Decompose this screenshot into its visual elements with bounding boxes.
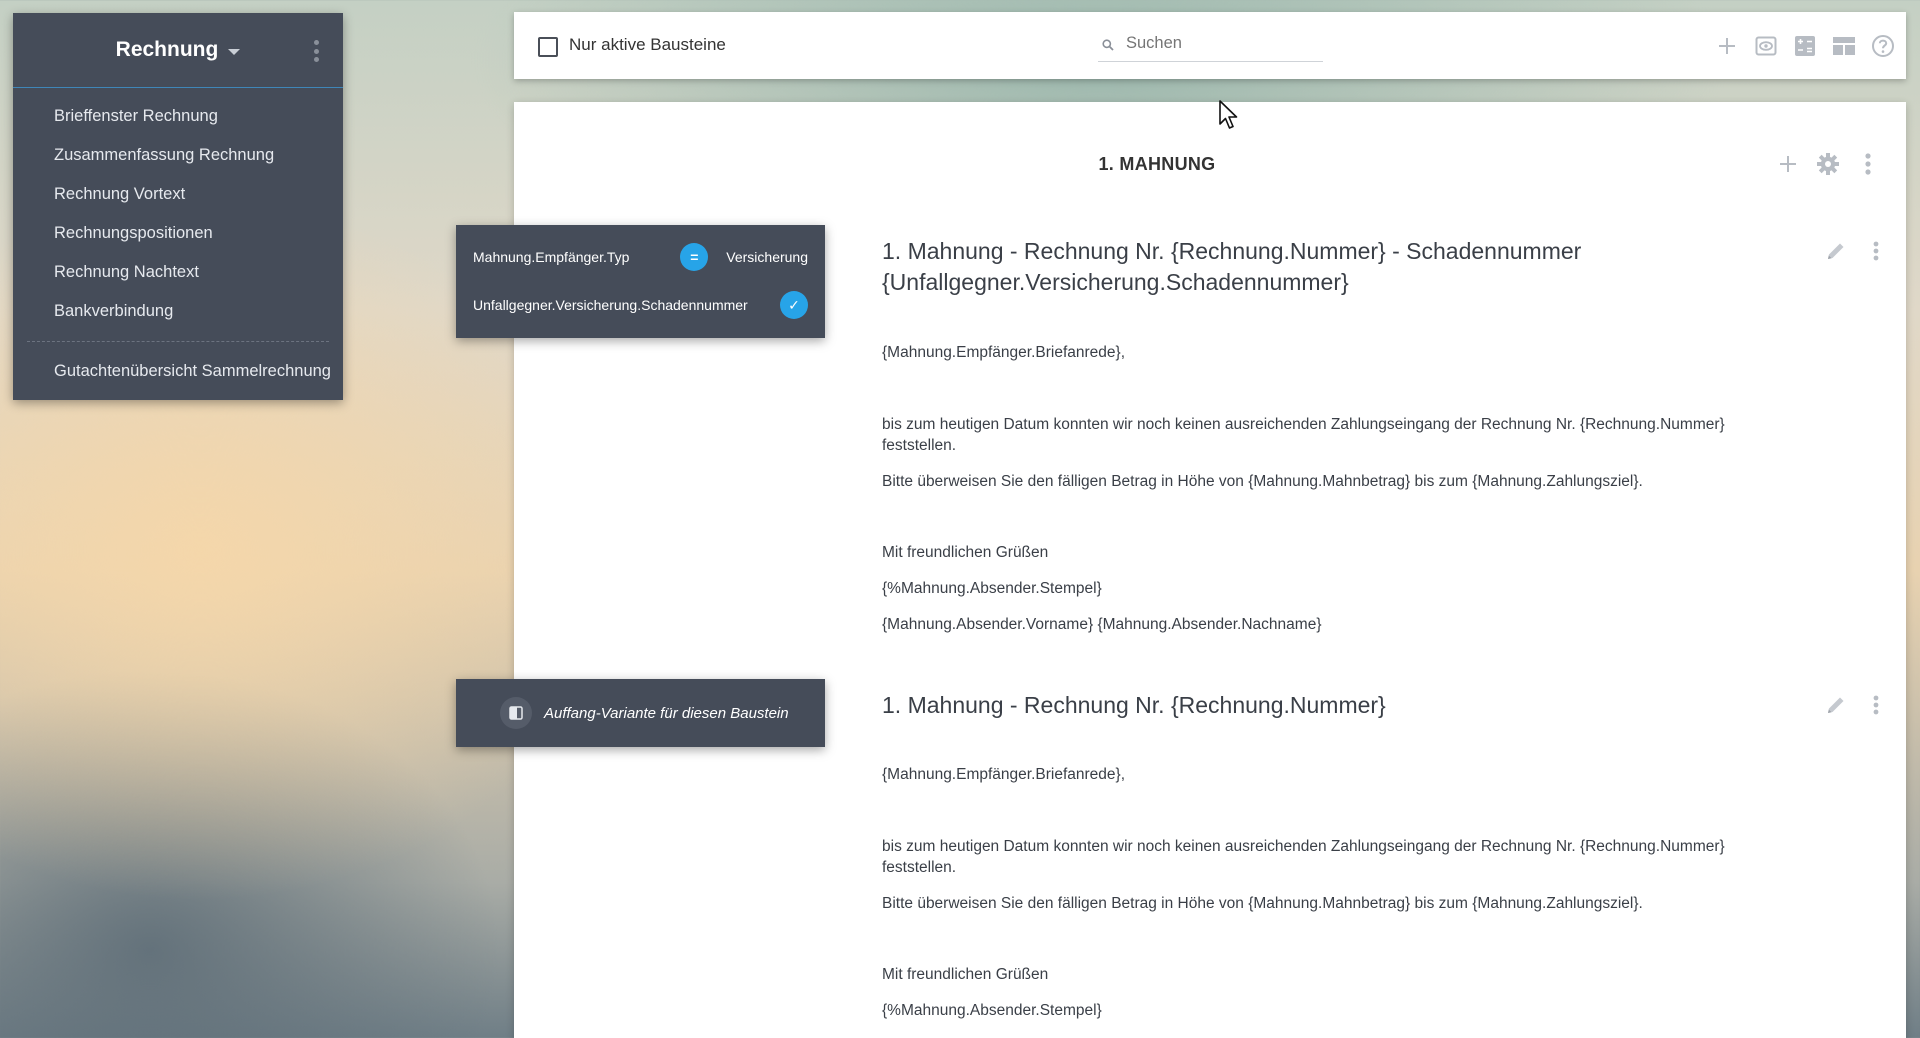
- block-2-actions: [1816, 689, 1896, 721]
- sidebar-item-brieffenster[interactable]: Brieffenster Rechnung: [13, 97, 343, 136]
- condition-field: Mahnung.Empfänger.Typ: [473, 249, 630, 265]
- check-operator-icon[interactable]: ✓: [780, 291, 808, 319]
- search-field[interactable]: [1098, 32, 1323, 62]
- block-1-actions: [1816, 235, 1896, 267]
- more-vertical-icon[interactable]: [1856, 689, 1896, 721]
- plus-icon[interactable]: [1707, 30, 1746, 62]
- layout-icon[interactable]: [1824, 30, 1863, 62]
- toggle-icon[interactable]: [500, 697, 532, 729]
- panel-actions: [1768, 148, 1888, 180]
- paragraph-text: Bitte überweisen Sie den fälligen Betrag…: [882, 473, 1643, 490]
- block-title: 1. Mahnung - Rechnung Nr. {Rechnung.Numm…: [882, 692, 1386, 718]
- more-vertical-icon[interactable]: [1856, 235, 1896, 267]
- sidebar: Rechnung Brieffenster Rechnung Zusammenf…: [13, 13, 343, 400]
- sidebar-title: Rechnung: [115, 38, 219, 61]
- help-icon[interactable]: [1863, 30, 1902, 62]
- closing-text: Mit freundlichen Grüßen: [882, 966, 1049, 983]
- mouse-cursor-icon: [1219, 100, 1238, 129]
- sidebar-list: Brieffenster Rechnung Zusammenfassung Re…: [13, 88, 343, 391]
- plus-icon[interactable]: [1768, 148, 1808, 180]
- more-vertical-icon[interactable]: [313, 40, 319, 62]
- active-only-label: Nur aktive Bausteine: [569, 35, 726, 54]
- search-icon: [1102, 39, 1114, 51]
- calculator-icon[interactable]: [1785, 30, 1824, 62]
- condition-value: Versicherung: [726, 249, 808, 265]
- sidebar-item-vortext[interactable]: Rechnung Vortext: [13, 175, 343, 214]
- fallback-row: Auffang-Variante für diesen Baustein: [500, 697, 808, 729]
- text-block-1[interactable]: 1. Mahnung - Rechnung Nr. {Rechnung.Numm…: [882, 236, 1782, 656]
- panel-title: 1. MAHNUNG: [1098, 154, 1216, 174]
- equals-operator-icon[interactable]: =: [680, 243, 709, 271]
- fallback-variant-card[interactable]: Auffang-Variante für diesen Baustein: [456, 679, 825, 747]
- fallback-label: Auffang-Variante für diesen Baustein: [544, 704, 789, 722]
- salutation-text: {Mahnung.Empfänger.Briefanrede},: [882, 344, 1126, 361]
- sidebar-item-gutachtenuebersicht[interactable]: Gutachtenübersicht Sammelrechnung: [13, 352, 343, 391]
- sidebar-item-nachtext[interactable]: Rechnung Nachtext: [13, 253, 343, 292]
- block-title: 1. Mahnung - Rechnung Nr. {Rechnung.Numm…: [882, 238, 1582, 295]
- closing-text: Mit freundlichen Grüßen: [882, 544, 1049, 561]
- salutation-text: {Mahnung.Empfänger.Briefanrede},: [882, 766, 1126, 783]
- condition-row: Mahnung.Empfänger.Typ = Versicherung: [473, 242, 808, 272]
- sidebar-title-dropdown[interactable]: Rechnung: [116, 38, 241, 62]
- sidebar-divider: [27, 341, 329, 342]
- text-block-2[interactable]: 1. Mahnung - Rechnung Nr. {Rechnung.Numm…: [882, 690, 1782, 1030]
- stamp-text: {%Mahnung.Absender.Stempel}: [882, 1002, 1102, 1019]
- sidebar-header: Rechnung: [13, 13, 343, 88]
- caret-down-icon: [228, 48, 241, 55]
- search-input[interactable]: [1126, 34, 1316, 53]
- condition-card[interactable]: Mahnung.Empfänger.Typ = Versicherung Unf…: [456, 225, 825, 338]
- top-toolbar: Nur aktive Bausteine: [514, 12, 1906, 79]
- stamp-text: {%Mahnung.Absender.Stempel}: [882, 580, 1102, 597]
- condition-row: Unfallgegner.Versicherung.Schadennummer …: [473, 290, 808, 320]
- pencil-icon[interactable]: [1816, 689, 1856, 721]
- eye-icon[interactable]: [1746, 30, 1785, 62]
- more-vertical-icon[interactable]: [1848, 148, 1888, 180]
- sidebar-item-positionen[interactable]: Rechnungspositionen: [13, 214, 343, 253]
- sidebar-item-zusammenfassung[interactable]: Zusammenfassung Rechnung: [13, 136, 343, 175]
- paragraph-text: Bitte überweisen Sie den fälligen Betrag…: [882, 895, 1643, 912]
- gear-icon[interactable]: [1808, 148, 1848, 180]
- paragraph-text: bis zum heutigen Datum konnten wir noch …: [882, 838, 1725, 876]
- name-text: {Mahnung.Absender.Vorname} {Mahnung.Abse…: [882, 616, 1322, 633]
- sidebar-item-bankverbindung[interactable]: Bankverbindung: [13, 292, 343, 331]
- condition-field: Unfallgegner.Versicherung.Schadennummer: [473, 297, 748, 313]
- active-only-checkbox[interactable]: [538, 37, 558, 57]
- pencil-icon[interactable]: [1816, 235, 1856, 267]
- paragraph-text: bis zum heutigen Datum konnten wir noch …: [882, 416, 1725, 454]
- toolbar-actions: [1707, 30, 1902, 62]
